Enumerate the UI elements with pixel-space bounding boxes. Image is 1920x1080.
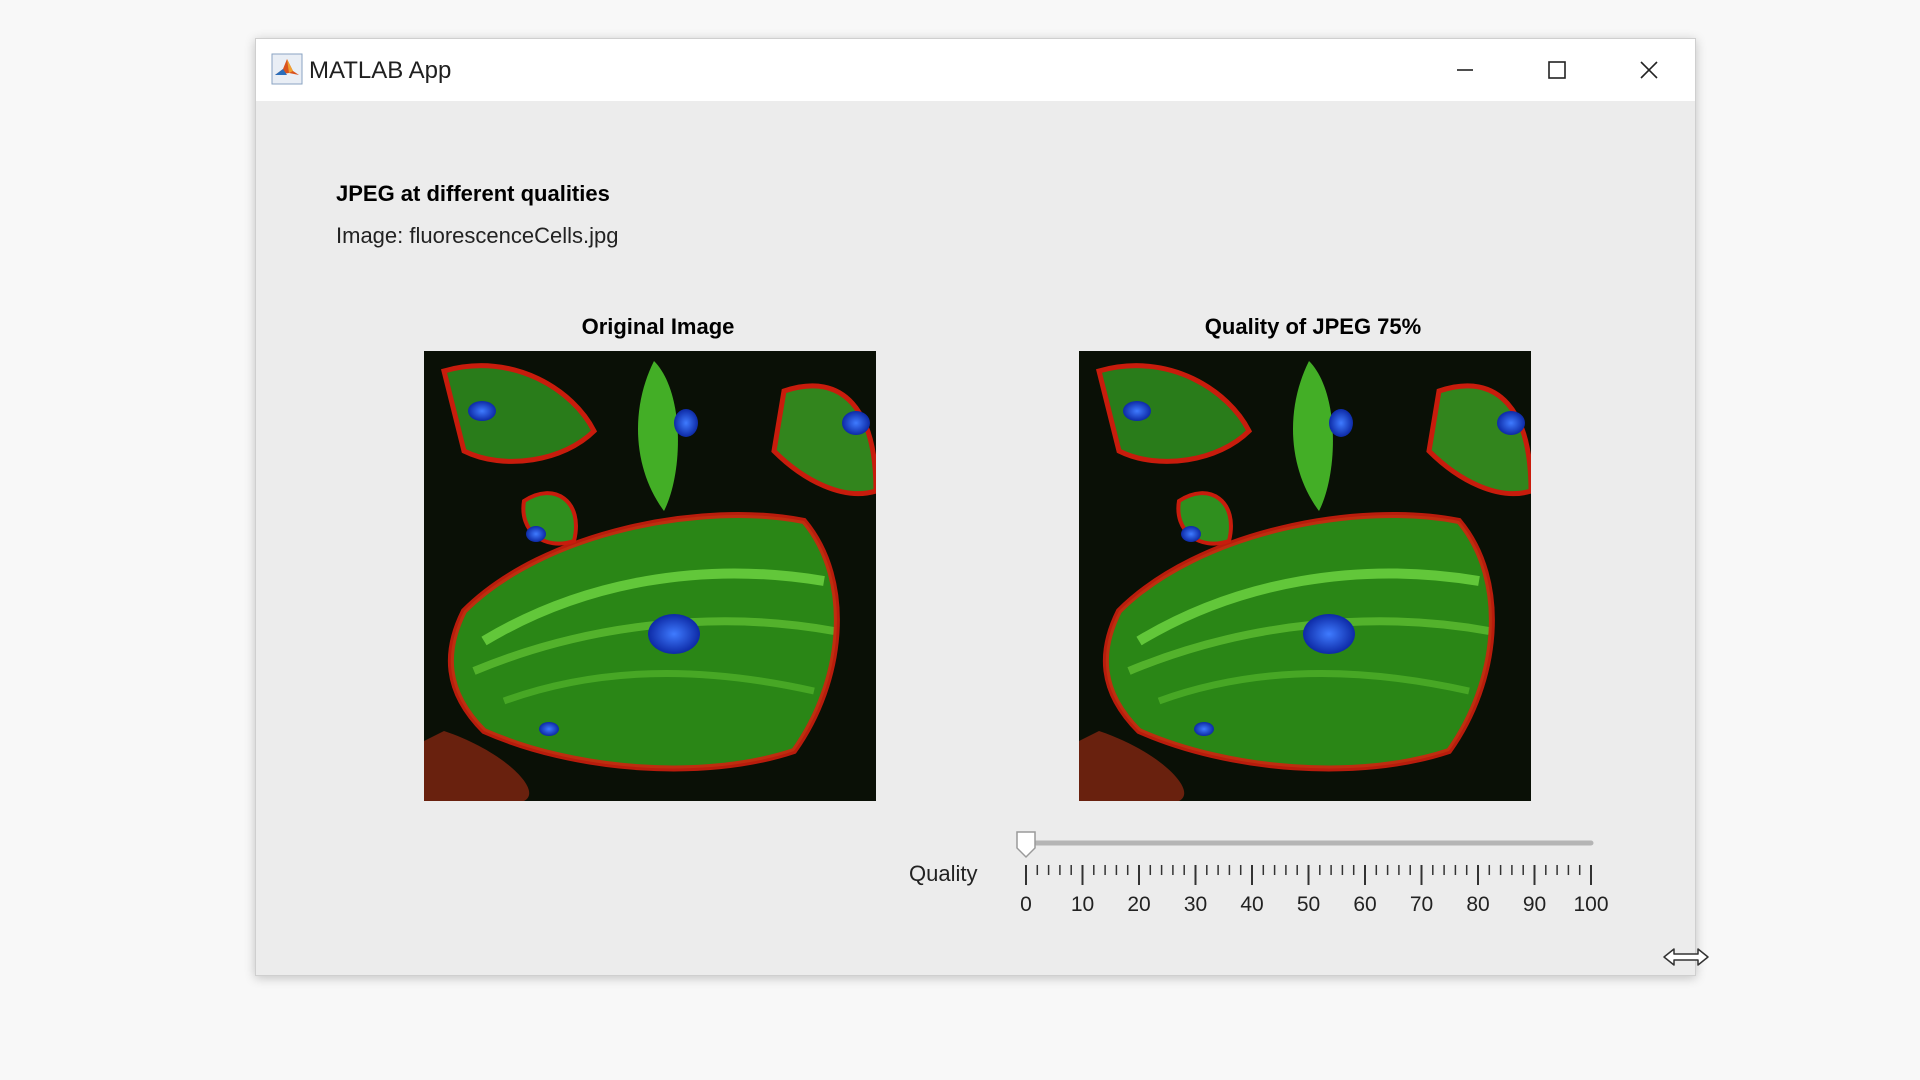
quality-slider-graphic[interactable]: 0 10 20 30 40 50 60 70 80 90 100 bbox=[1016, 829, 1616, 959]
slider-tick-label: 60 bbox=[1353, 893, 1376, 916]
original-image bbox=[424, 351, 876, 801]
matlab-logo-icon bbox=[271, 53, 303, 85]
close-button[interactable] bbox=[1603, 39, 1695, 101]
resize-arrow-icon[interactable] bbox=[1661, 944, 1711, 970]
slider-tick-label: 100 bbox=[1573, 893, 1608, 916]
slider-ticks bbox=[1025, 865, 1592, 885]
slider-tick-label: 10 bbox=[1071, 893, 1094, 916]
slider-thumb[interactable] bbox=[1016, 831, 1036, 859]
slider-tick-label: 0 bbox=[1020, 893, 1032, 916]
fluorescence-cells-jpeg-image bbox=[1079, 351, 1531, 801]
quality-slider[interactable]: 0 10 20 30 40 50 60 70 80 90 100 bbox=[1016, 829, 1616, 959]
original-image-title: Original Image bbox=[581, 314, 735, 339]
fluorescence-cells-image bbox=[424, 351, 876, 801]
title-bar[interactable]: MATLAB App bbox=[256, 39, 1695, 101]
matlab-app-window: MATLAB App JPEG at different qualities I… bbox=[255, 38, 1709, 976]
slider-tick-label: 30 bbox=[1184, 893, 1207, 916]
app-heading: JPEG at different qualities bbox=[336, 181, 610, 206]
slider-tick-label: 50 bbox=[1297, 893, 1320, 916]
maximize-button[interactable] bbox=[1511, 39, 1603, 101]
jpeg-image bbox=[1079, 351, 1531, 801]
slider-tick-label: 70 bbox=[1410, 893, 1433, 916]
minimize-icon bbox=[1457, 69, 1473, 71]
slider-tick-labels: 0 10 20 30 40 50 60 70 80 90 100 bbox=[1020, 893, 1608, 916]
image-filename-label: Image: fluorescenceCells.jpg bbox=[336, 223, 619, 248]
slider-tick-label: 80 bbox=[1466, 893, 1489, 916]
jpeg-image-title: Quality of JPEG 75% bbox=[1204, 314, 1422, 339]
minimize-button[interactable] bbox=[1419, 39, 1511, 101]
slider-tick-label: 20 bbox=[1127, 893, 1150, 916]
quality-slider-label: Quality bbox=[909, 861, 978, 886]
slider-tick-label: 40 bbox=[1240, 893, 1263, 916]
slider-tick-label: 90 bbox=[1523, 893, 1546, 916]
close-icon bbox=[1640, 61, 1658, 79]
window-title: MATLAB App bbox=[309, 57, 452, 84]
maximize-icon bbox=[1548, 61, 1566, 79]
